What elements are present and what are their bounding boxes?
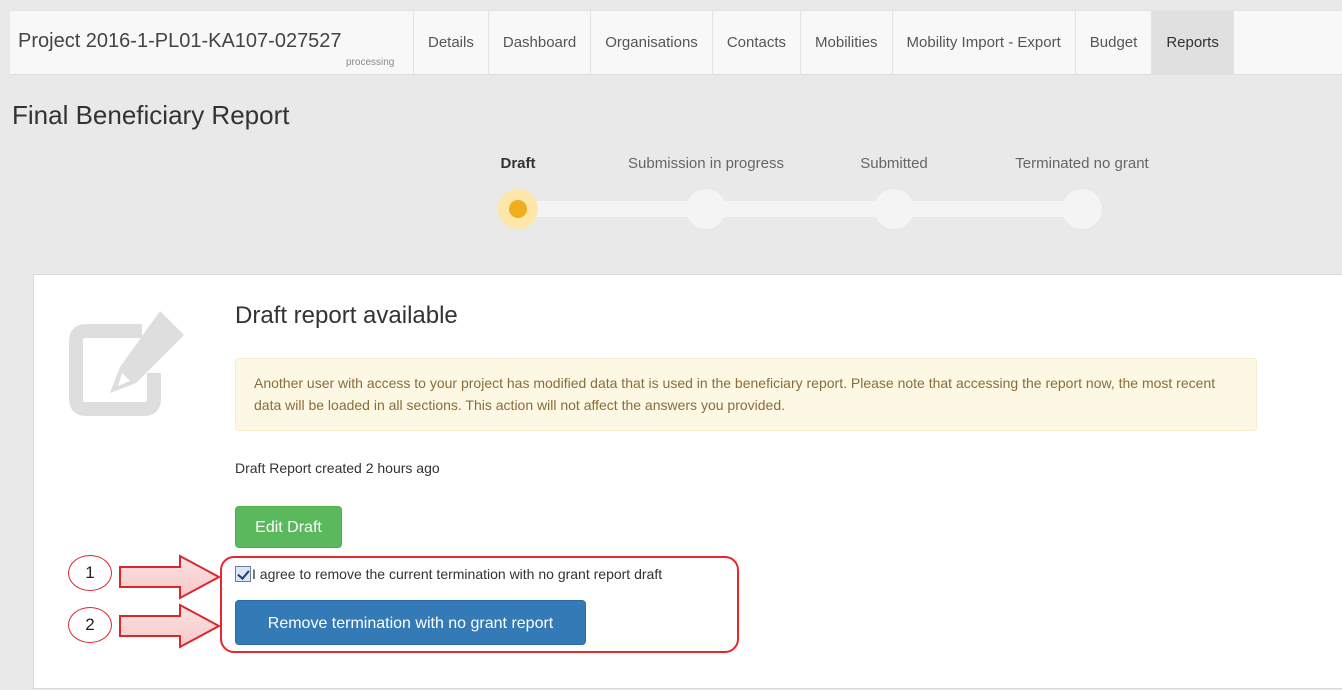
step-dot-submission-in-progress xyxy=(686,189,726,229)
annotation-marker-1: 1 xyxy=(68,555,112,591)
card-title: Draft report available xyxy=(235,302,458,329)
step-label-submitted: Submitted xyxy=(860,155,928,172)
annotation-highlight-box xyxy=(220,556,739,653)
stepper-track xyxy=(518,201,1082,217)
annotation-marker-2: 2 xyxy=(68,607,112,643)
step-dot-submitted xyxy=(874,189,914,229)
annotation-arrow-1-icon xyxy=(119,554,222,600)
draft-created-text: Draft Report created 2 hours ago xyxy=(235,460,440,476)
report-status-stepper: Draft Submission in progress Submitted T… xyxy=(0,0,1342,240)
step-label-submission-in-progress: Submission in progress xyxy=(628,155,784,172)
step-label-draft: Draft xyxy=(500,155,536,172)
edit-draft-button[interactable]: Edit Draft xyxy=(235,506,342,548)
step-dot-draft xyxy=(498,189,538,229)
step-dot-terminated-no-grant xyxy=(1062,189,1102,229)
step-label-terminated-no-grant: Terminated no grant xyxy=(1015,155,1149,172)
annotation-arrow-2-icon xyxy=(119,603,222,649)
edit-document-icon xyxy=(69,311,184,416)
warning-alert: Another user with access to your project… xyxy=(235,358,1257,431)
